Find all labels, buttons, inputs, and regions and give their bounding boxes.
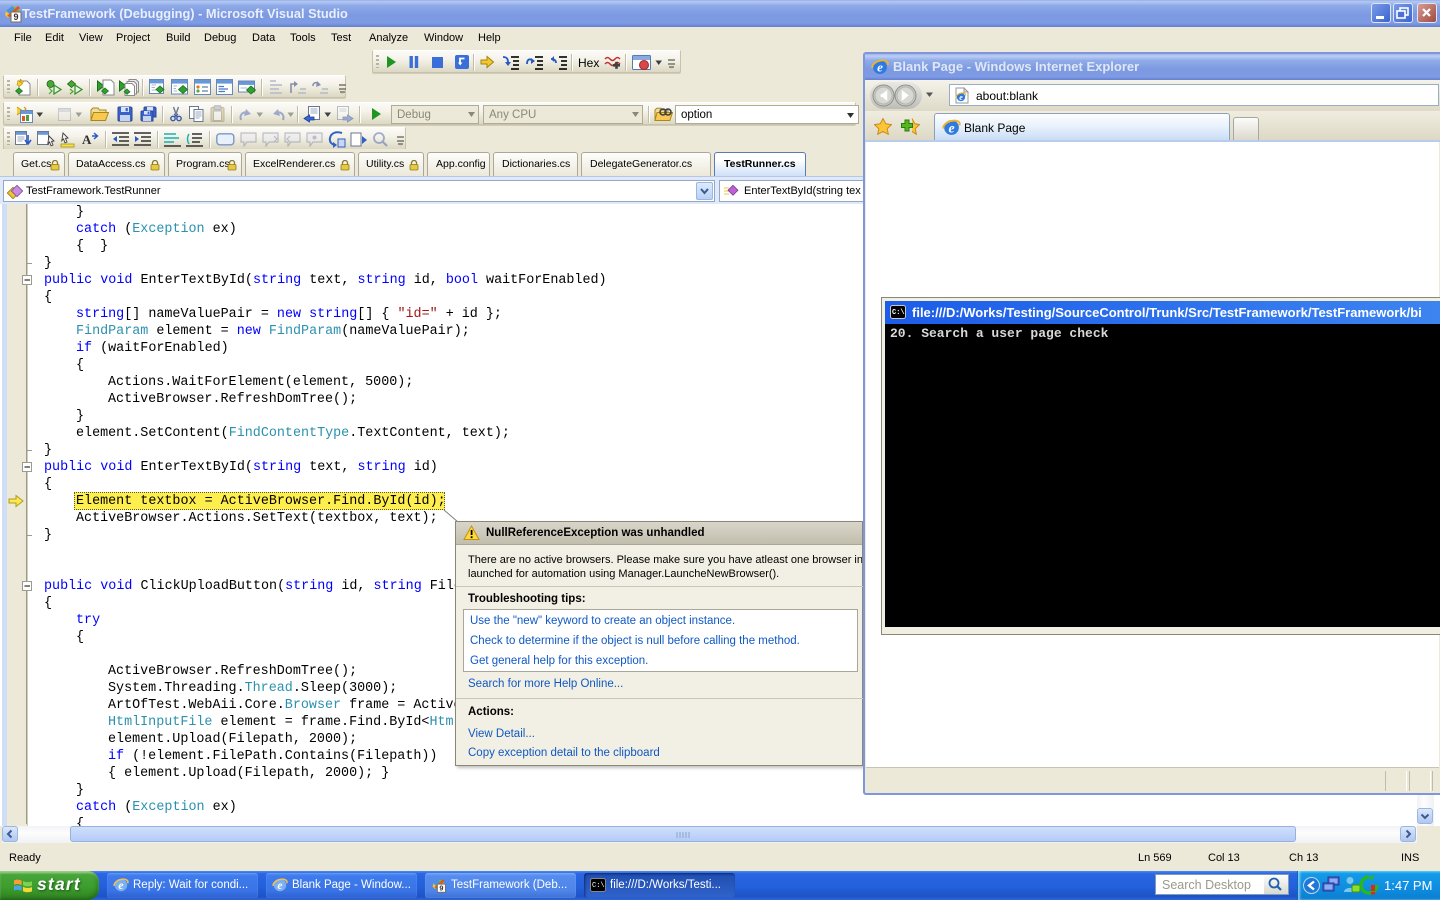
svg-text:9: 9: [439, 884, 443, 893]
svg-text:e: e: [277, 880, 282, 892]
svg-text:e: e: [959, 93, 963, 102]
svg-text:C:\: C:\: [892, 309, 905, 317]
svg-text:e: e: [948, 120, 954, 135]
svg-text:e: e: [118, 880, 123, 892]
svg-text:C:\: C:\: [592, 882, 605, 890]
svg-text:9: 9: [13, 12, 18, 22]
svg-text:A: A: [82, 132, 92, 147]
